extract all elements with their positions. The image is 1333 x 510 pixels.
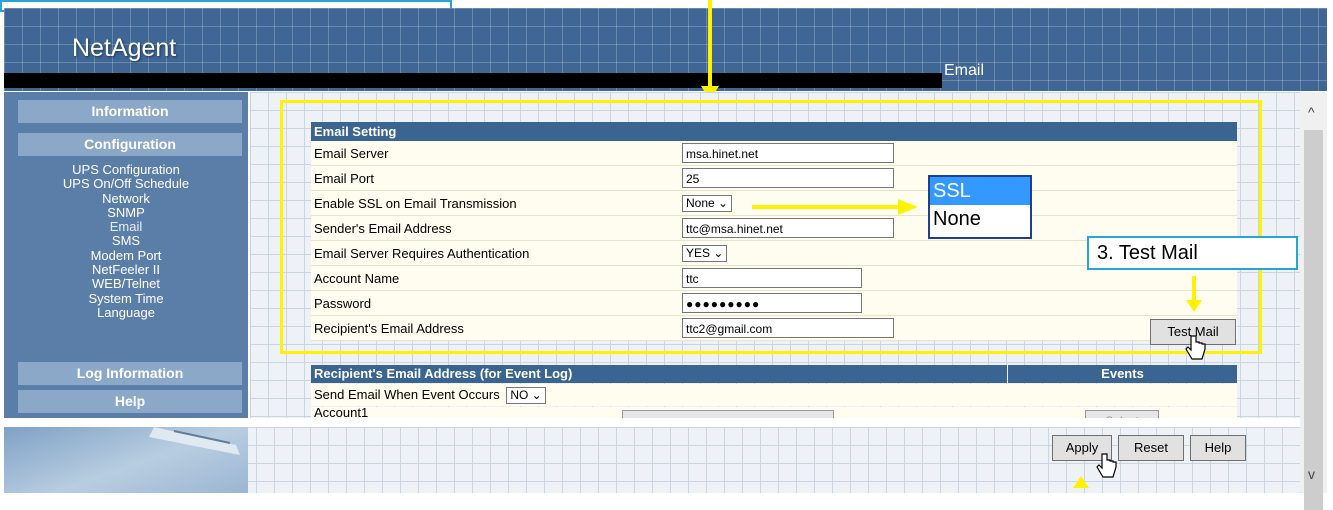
test-mail-callout: 3. Test Mail	[1087, 236, 1298, 270]
reset-button[interactable]: Reset	[1118, 435, 1184, 461]
sidebar-item-language[interactable]: Language	[4, 305, 248, 320]
none-option[interactable]: None	[930, 205, 1030, 233]
account1-input[interactable]	[622, 410, 834, 418]
arrow-head-apply	[1073, 476, 1089, 488]
sidebar-item-sms[interactable]: SMS	[4, 234, 248, 249]
highlight-box	[280, 100, 1262, 354]
logo: NetAgent	[72, 34, 177, 62]
annotation-arrow-test	[1192, 276, 1196, 302]
sidebar-item-email[interactable]: Email	[4, 219, 248, 234]
chevron-down-icon: ⌄	[531, 388, 542, 402]
sidebar-section-log-information[interactable]: Log Information	[18, 362, 242, 385]
annotation-arrow-ssl	[752, 205, 902, 209]
ssl-dropdown-popup: SSL None	[928, 175, 1032, 239]
chevron-down-icon[interactable]: v	[1308, 466, 1315, 482]
arrow-head	[898, 199, 918, 215]
footer-decoration-image	[4, 427, 248, 493]
hand-cursor-icon	[1185, 335, 1206, 360]
sidebar-links: UPS Configuration UPS On/Off Schedule Netw…	[4, 162, 248, 320]
account1-label: Account1	[314, 407, 369, 418]
sidebar-item-ups-configuration[interactable]: UPS Configuration	[4, 162, 248, 177]
send-email-label: Send Email When Event Occurs	[314, 387, 500, 402]
header-bar	[4, 73, 942, 88]
ssl-option[interactable]: SSL	[930, 177, 1030, 205]
send-email-select[interactable]: NO ⌄	[506, 387, 546, 404]
scrollbar-thumb[interactable]	[1304, 130, 1323, 510]
page-title: Email	[944, 62, 985, 79]
sidebar-item-system-time[interactable]: System Time	[4, 291, 248, 306]
chevron-up-icon[interactable]: ^	[1308, 104, 1315, 120]
event-log-section: Recipient's Email Address (for Event Log…	[311, 365, 1237, 418]
sidebar-item-ups-on-off-schedule[interactable]: UPS On/Off Schedule	[4, 176, 248, 191]
help-button[interactable]: Help	[1190, 435, 1246, 461]
sidebar-item-netfeeler-ii[interactable]: NetFeeler II	[4, 262, 248, 277]
sidebar-item-snmp[interactable]: SNMP	[4, 205, 248, 220]
select-button[interactable]: Select	[1085, 410, 1159, 418]
events-heading: Events	[1008, 365, 1237, 383]
sidebar-section-configuration[interactable]: Configuration	[18, 133, 242, 156]
sidebar-item-web-telnet[interactable]: WEB/Telnet	[4, 277, 248, 292]
hand-cursor-icon	[1096, 453, 1117, 478]
event-log-heading: Recipient's Email Address (for Event Log…	[311, 365, 1007, 383]
sidebar-item-modem-port[interactable]: Modem Port	[4, 248, 248, 263]
scrollbar[interactable]: ^ v	[1300, 92, 1327, 510]
arrow-head	[1186, 300, 1202, 312]
sidebar: Information Configuration UPS Configurat…	[4, 92, 248, 418]
sidebar-section-help[interactable]: Help	[18, 390, 242, 413]
sidebar-section-information[interactable]: Information	[18, 100, 242, 123]
annotation-arrow	[708, 0, 712, 88]
send-email-select-value: NO	[510, 388, 529, 402]
sidebar-item-network[interactable]: Network	[4, 191, 248, 206]
